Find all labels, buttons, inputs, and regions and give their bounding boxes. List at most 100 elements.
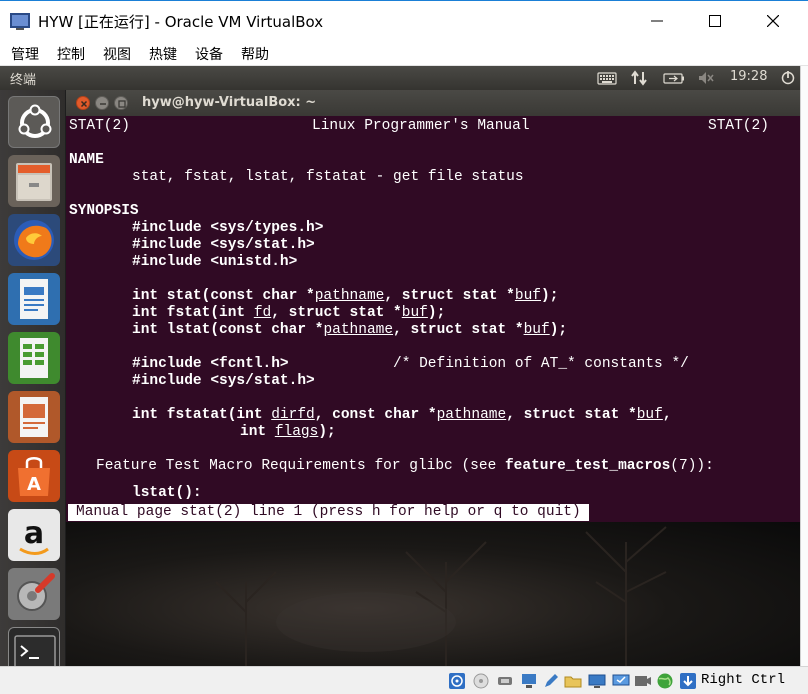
launcher-libreoffice-writer[interactable] [8,273,60,325]
arg-pathname: pathname [323,322,394,338]
launcher-dash-home[interactable] [8,96,60,148]
fstatat-prototype: int fstatat(int dirfd, const char *pathn… [132,407,672,424]
optical-drive-icon[interactable] [448,672,466,690]
battery-icon[interactable] [663,70,685,86]
include-line: #include <unistd.h> [132,254,298,270]
menu-help[interactable]: 帮助 [241,44,269,64]
include-line: #include <fcntl.h> [132,356,289,372]
arg-buf: buf [523,322,550,338]
feature-test-macros-ref: feature_test_macros [504,458,671,474]
power-gear-icon[interactable] [780,70,796,86]
include-comment: /* Definition of AT_* constants */ [393,356,689,372]
terminal-minimize-button[interactable] [95,96,109,110]
include-line: #include <sys/stat.h> [132,237,315,253]
arg-buf: buf [636,407,663,423]
close-icon [767,15,779,27]
ubuntu-logo-icon [18,104,52,138]
code-text: ); [318,424,336,440]
volume-muted-icon[interactable] [697,70,715,86]
launcher-amazon[interactable]: a [8,509,60,561]
code-text: int [240,424,275,440]
vm-guest-display[interactable]: 终端 19:28 A a hyw@hyw-VirtualBox: ~ STAT(… [0,66,800,666]
terminal-title-bar[interactable]: hyw@hyw-VirtualBox: ~ [66,90,800,116]
menu-bar: 管理 控制 视图 热键 设备 帮助 [0,40,808,66]
launcher-firefox[interactable] [8,214,60,266]
man-header-mid: Linux Programmer's Manual [312,118,530,134]
maximize-icon [118,100,126,108]
shared-folder-icon[interactable] [564,672,582,690]
wallpaper-trees-image [215,526,667,666]
window-title: HYW [正在运行] - Oracle VM VirtualBox [38,13,324,31]
menu-manage[interactable]: 管理 [11,44,39,64]
code-text: , struct stat * [271,305,402,321]
arg-pathname: pathname [314,288,385,304]
terminal-close-button[interactable] [76,96,90,110]
keyboard-icon[interactable] [597,70,617,86]
panel-app-title: 终端 [10,73,37,88]
impress-presentation-icon [20,397,48,437]
code-text: ); [541,288,559,304]
menu-hotkeys[interactable]: 热键 [149,44,177,64]
mouse-integration-arrow-icon[interactable] [679,672,697,690]
menu-control[interactable]: 控制 [57,44,85,64]
recording-icon[interactable] [634,672,652,690]
fstat-prototype: int fstat(int fd, struct stat *buf); [132,305,445,322]
green-globe-icon[interactable] [656,672,674,690]
include-line: #include <sys/stat.h> [132,373,315,389]
minimize-button[interactable] [628,1,686,41]
name-text: stat, fstat, lstat, fstatat - get file s… [132,169,524,185]
arg-flags: flags [274,424,319,440]
man-header-right: STAT(2) [708,118,769,134]
launcher-libreoffice-impress[interactable] [8,391,60,443]
launcher-files[interactable] [8,155,60,207]
minimize-icon [100,103,106,105]
display-icon[interactable] [588,672,606,690]
terminal-maximize-button[interactable] [114,96,128,110]
panel-clock[interactable]: 19:28 [730,69,767,84]
man-header-left: STAT(2) [69,118,130,134]
code-text: , struct stat * [384,288,515,304]
arg-dirfd: dirfd [271,407,315,423]
feature-test-macro-line: Feature Test Macro Requirements for glib… [96,458,714,475]
lstat-prototype: int lstat(const char *pathname, struct s… [132,322,567,339]
pen-icon[interactable] [542,672,560,690]
terminal-title: hyw@hyw-VirtualBox: ~ [142,95,317,110]
svg-text:A: A [27,474,41,495]
launcher-ubuntu-software[interactable]: A [8,450,60,502]
launcher-terminal[interactable] [8,627,60,666]
menu-view[interactable]: 视图 [103,44,131,64]
launcher-libreoffice-calc[interactable] [8,332,60,384]
arg-buf: buf [401,305,428,321]
virtualbox-status-bar: Right Ctrl [0,666,808,694]
settings-wrench-icon [17,573,55,611]
firefox-icon [14,220,54,260]
audio-icon[interactable] [472,672,490,690]
desktop-wallpaper [66,522,800,666]
host-background-strip [800,66,808,666]
code-text: , struct stat * [506,407,637,423]
network-transfer-icon[interactable] [630,70,648,86]
calc-spreadsheet-icon [20,338,48,378]
fstatat-prototype-cont: int flags); [240,424,336,441]
code-text: ); [549,322,568,338]
terminal-icon [14,635,56,666]
close-button[interactable] [744,1,802,41]
close-icon [80,100,88,108]
menu-devices[interactable]: 设备 [195,44,223,64]
usb-icon[interactable] [496,672,514,690]
monitor-icon[interactable] [612,672,630,690]
include-line: #include <sys/types.h> [132,220,324,236]
host-key-label[interactable]: Right Ctrl [701,672,785,688]
code-text: , const char * [314,407,437,423]
code-text: , struct stat * [393,322,524,338]
window-title-bar[interactable]: HYW [正在运行] - Oracle VM VirtualBox [0,0,808,40]
stat-prototype: int stat(const char *pathname, struct st… [132,288,558,305]
maximize-button[interactable] [686,1,744,41]
launcher-system-settings[interactable] [8,568,60,620]
svg-text:a: a [24,516,44,551]
minimize-icon [651,20,663,22]
terminal-content[interactable]: STAT(2) Linux Programmer's Manual STAT(2) … [66,116,800,522]
network-icon[interactable] [520,672,538,690]
pager-status-line: Manual page stat(2) line 1 (press h for … [68,504,589,521]
code-text: ); [427,305,446,321]
